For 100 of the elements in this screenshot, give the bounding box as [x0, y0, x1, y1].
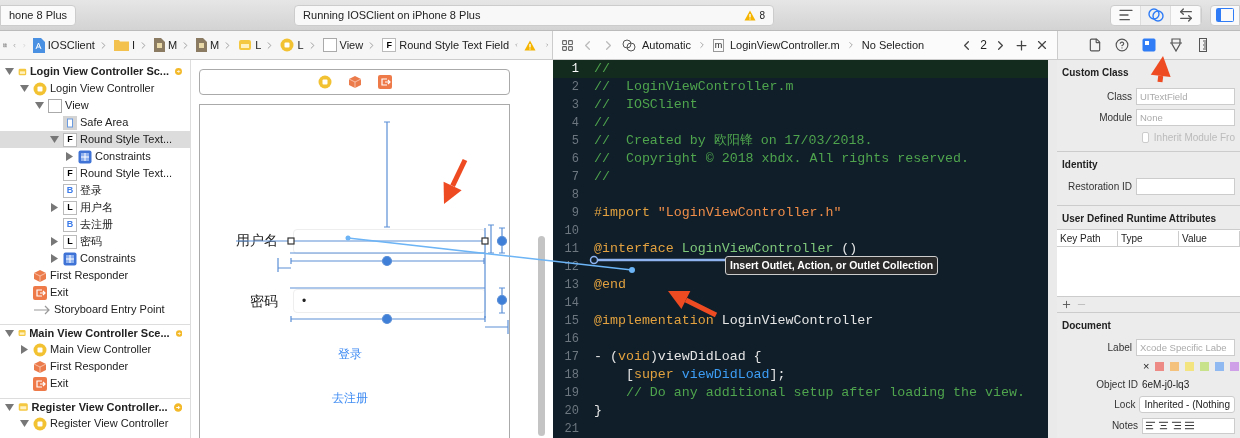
navigator-toggle[interactable]	[1210, 4, 1240, 26]
code-text: @end	[594, 276, 626, 294]
disclosure-triangle[interactable]	[19, 84, 29, 93]
outline-item[interactable]: Storyboard Entry Point	[0, 301, 190, 318]
outline-item[interactable]: F Round Style Text...	[0, 131, 190, 148]
clear-color-button[interactable]: ×	[1143, 358, 1150, 375]
disclosure-triangle[interactable]	[49, 237, 59, 246]
column-header[interactable]: Value	[1179, 230, 1240, 246]
jump-bar-item[interactable]: View	[322, 36, 378, 54]
inspector-tab[interactable]	[1140, 36, 1158, 54]
tooltip: Insert Outlet, Action, or Outlet Collection	[725, 256, 939, 275]
outline-item[interactable]: Exit	[0, 284, 190, 301]
editor-mode-button[interactable]	[1141, 5, 1171, 25]
code-text: // Do any additional setup after loading the view.	[624, 384, 1025, 402]
outline-label: Login View Controller Sc...	[29, 64, 170, 80]
outline-item[interactable]: B 登录	[0, 182, 190, 199]
text-field[interactable]: Xcode Specific Labe	[1136, 339, 1235, 356]
disclosure-triangle[interactable]	[49, 254, 59, 263]
column-header[interactable]: Type	[1118, 230, 1179, 246]
disclosure-triangle[interactable]	[49, 135, 59, 144]
jump-bar-item[interactable]: L	[280, 36, 318, 54]
jump-bar-item[interactable]: L	[238, 36, 276, 54]
jump-bar-item[interactable]: M	[196, 36, 234, 54]
outline-label: Round Style Text...	[80, 166, 173, 182]
code-text: [super viewDidLoad];	[624, 366, 786, 384]
standard-editor-icon	[1117, 7, 1134, 23]
outline-item[interactable]: View	[0, 97, 190, 114]
outline-item[interactable]: L 用户名	[0, 199, 190, 216]
outline-item[interactable]: Exit	[0, 375, 190, 392]
outline-item[interactable]: F Round Style Text...	[0, 165, 190, 182]
color-swatch[interactable]	[1215, 362, 1225, 371]
outline-item[interactable]: First Responder	[0, 267, 190, 284]
jump-bar-label[interactable]: LoginViewController.m	[729, 36, 840, 54]
outline-item[interactable]: L 密码	[0, 233, 190, 250]
warning-count: 8	[759, 8, 766, 23]
outline-item[interactable]: Safe Area	[0, 114, 190, 131]
scene-row[interactable]: Login View Controller Sc...	[0, 63, 190, 80]
scheme-selector[interactable]: hone 8 Plus	[0, 4, 77, 26]
jump-bar-label[interactable]: No Selection	[861, 36, 925, 54]
color-swatch[interactable]	[1170, 362, 1180, 371]
outline-item[interactable]: Constraints	[0, 250, 190, 267]
code-text: @implementation LoginViewController	[594, 312, 874, 330]
register-button[interactable]: 去注册	[332, 389, 368, 407]
text-field[interactable]: UITextField	[1136, 88, 1235, 105]
color-swatch[interactable]	[1230, 362, 1240, 371]
outline-item[interactable]: Constraints	[0, 148, 190, 165]
justify-icon[interactable]	[1184, 420, 1195, 431]
outline-item[interactable]: First Responder	[0, 358, 190, 375]
code-text: }	[594, 402, 602, 420]
app-project-icon	[31, 37, 45, 53]
jump-bar-item[interactable]: M	[153, 36, 192, 54]
align-center-icon[interactable]	[1158, 420, 1169, 431]
outline-item[interactable]: Register View Controller	[0, 415, 190, 432]
outline-item[interactable]: Main View Controller	[0, 341, 190, 358]
line-number: 8	[570, 187, 580, 204]
color-swatch[interactable]	[1200, 362, 1210, 371]
scene-row[interactable]: Register View Controller...	[0, 398, 190, 415]
cube-icon	[33, 268, 47, 283]
disclosure-triangle[interactable]	[4, 328, 14, 338]
outline-item[interactable]: B 去注册	[0, 216, 190, 233]
storyboard-file-icon	[196, 38, 208, 52]
text-field[interactable]: None	[1136, 109, 1235, 126]
code-text: // Copyright © 2018 xbdx. All rights reserved.	[594, 150, 970, 168]
safe-area-icon	[63, 115, 77, 130]
close-icon[interactable]	[1035, 38, 1049, 52]
outline-item[interactable]: Login View Controller	[0, 80, 190, 97]
outline-label: First Responder	[50, 359, 129, 375]
scene-row[interactable]: Main View Controller Sce...	[0, 324, 190, 341]
file-type-badge: m	[712, 38, 724, 52]
section-title: Custom Class	[1062, 66, 1129, 80]
jump-bar-label[interactable]: Automatic	[642, 36, 691, 54]
disclosure-triangle[interactable]	[34, 101, 44, 110]
lock-popup[interactable]: Inherited - (Nothing	[1139, 396, 1235, 413]
disclosure-triangle[interactable]	[4, 402, 14, 412]
scrollbar-thumb[interactable]	[538, 236, 545, 436]
align-left-icon[interactable]	[1145, 420, 1156, 431]
disclosure-triangle[interactable]	[64, 152, 74, 161]
code-text: // LoginViewController.m	[594, 78, 794, 96]
color-swatch[interactable]	[1155, 362, 1165, 371]
jump-bar-item[interactable]: I	[113, 36, 149, 54]
text-field[interactable]	[1136, 178, 1235, 195]
disclosure-triangle[interactable]	[19, 345, 29, 354]
line-number: 14	[563, 295, 580, 312]
add-icon[interactable]	[1061, 299, 1072, 310]
jump-bar-item[interactable]: F Round Style Text Field	[382, 36, 510, 54]
align-right-icon[interactable]	[1171, 420, 1182, 431]
notes-format-bar[interactable]	[1142, 417, 1235, 434]
assistant-editor-icon	[622, 38, 636, 52]
login-button[interactable]: 登录	[338, 345, 362, 363]
disclosure-triangle[interactable]	[4, 67, 14, 76]
field-label: Module	[1098, 111, 1132, 125]
column-header[interactable]: Key Path	[1057, 230, 1118, 246]
related-items-icon[interactable]	[561, 38, 574, 52]
disclosure-triangle[interactable]	[19, 419, 29, 428]
outline-label: Constraints	[95, 149, 151, 165]
color-swatch[interactable]	[1185, 362, 1195, 371]
object-id: 6eM-j0-lq3	[1142, 378, 1190, 392]
disclosure-triangle[interactable]	[49, 203, 59, 212]
add-editor-icon[interactable]	[1014, 37, 1029, 53]
jump-bar-item[interactable]: IOSClient	[31, 36, 109, 54]
